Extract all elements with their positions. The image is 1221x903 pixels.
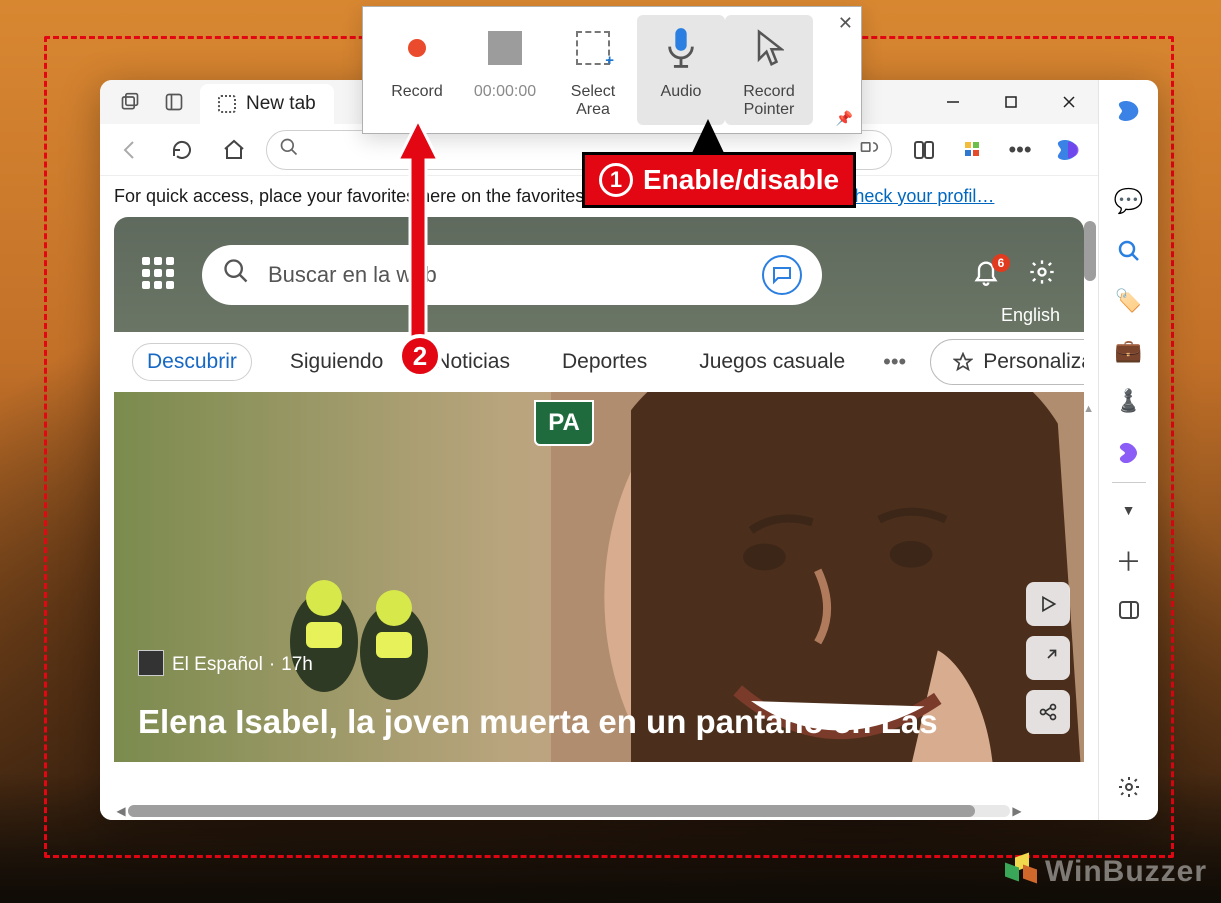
- close-icon[interactable]: ✕: [838, 13, 853, 34]
- check-profile-link[interactable]: Check your profil…: [841, 186, 994, 206]
- close-button[interactable]: [1040, 80, 1098, 124]
- browser-tab[interactable]: New tab: [200, 84, 334, 124]
- maximize-button[interactable]: [982, 80, 1040, 124]
- sidebar-search-icon[interactable]: [1106, 228, 1152, 274]
- record-dot-icon: [408, 39, 426, 57]
- source-favicon: [138, 650, 164, 676]
- news-headline: Elena Isabel, la joven muerta en un pant…: [138, 702, 1060, 742]
- more-menu-icon[interactable]: •••: [1000, 130, 1040, 170]
- search-icon: [222, 257, 250, 292]
- minimize-button[interactable]: [924, 80, 982, 124]
- tab-title: New tab: [246, 93, 316, 115]
- browser-sidebar: 💬 🏷️ 💼 ♟️ ▼ ＋: [1098, 80, 1158, 820]
- sidebar-shopping-icon[interactable]: 🏷️: [1106, 278, 1152, 324]
- pin-icon[interactable]: 📌: [836, 110, 853, 127]
- home-button[interactable]: [214, 130, 254, 170]
- feed-tabs: Descubrir Siguiendo Noticias Deportes Ju…: [114, 332, 1084, 392]
- annotation-callout-1: 1 Enable/disable: [582, 152, 856, 208]
- sidebar-split-icon[interactable]: [1106, 587, 1152, 633]
- audio-toggle[interactable]: Audio: [637, 15, 725, 125]
- watermark: WinBuzzer: [1005, 855, 1207, 889]
- timer-label: 00:00:00: [474, 83, 536, 101]
- new-tab-page-icon: [218, 95, 236, 113]
- search-placeholder: Buscar en la web: [268, 262, 744, 288]
- source-name: El Español: [172, 654, 263, 676]
- microphone-icon: [652, 19, 710, 77]
- share-button[interactable]: [1026, 690, 1070, 734]
- annotation-arrow: [398, 120, 438, 350]
- pointer-icon: [740, 19, 798, 77]
- notifications-button[interactable]: 6: [972, 258, 1006, 292]
- more-tabs-icon[interactable]: •••: [883, 349, 906, 375]
- step-2-badge: 2: [398, 334, 442, 378]
- ntp-header: Buscar en la web 6 E: [114, 217, 1084, 332]
- stop-icon: [488, 31, 522, 65]
- select-area-icon: [576, 31, 610, 65]
- vertical-scrollbar[interactable]: ▲: [1082, 217, 1098, 802]
- sidebar-collapse-icon[interactable]: ▼: [1106, 487, 1152, 533]
- web-search-box[interactable]: Buscar en la web: [202, 245, 822, 305]
- read-aloud-icon[interactable]: [859, 137, 879, 162]
- tab-sports[interactable]: Deportes: [548, 344, 661, 380]
- news-card[interactable]: PA El Español · 17h Elena Isabel, la jov…: [114, 392, 1084, 762]
- content-area: Buscar en la web 6 E: [100, 217, 1098, 820]
- search-icon: [279, 137, 299, 162]
- record-pointer-label: Record Pointer: [743, 83, 795, 120]
- road-sign: PA: [534, 400, 594, 446]
- tab-discover[interactable]: Descubrir: [132, 343, 252, 381]
- notification-badge: 6: [992, 254, 1010, 272]
- news-source: El Español · 17h: [172, 654, 313, 676]
- tab-casual-games[interactable]: Juegos casuale: [685, 344, 859, 380]
- tab-actions-icon[interactable]: [108, 84, 152, 120]
- copilot-icon[interactable]: [1048, 130, 1088, 170]
- sidebar-add-icon[interactable]: ＋: [1106, 537, 1152, 583]
- split-screen-icon[interactable]: [904, 130, 944, 170]
- record-label: Record: [391, 83, 443, 101]
- sidebar-tools-icon[interactable]: 💼: [1106, 328, 1152, 374]
- record-button[interactable]: Record: [373, 15, 461, 125]
- personalize-label: Personalizar: [983, 350, 1084, 374]
- watermark-logo-icon: [1005, 855, 1039, 889]
- vertical-tabs-icon[interactable]: [152, 84, 196, 120]
- horizontal-scrollbar[interactable]: ◀ ▶: [114, 804, 1024, 818]
- app-launcher-icon[interactable]: [142, 257, 178, 293]
- callout-pointer: [694, 122, 722, 152]
- extensions-icon[interactable]: [952, 130, 992, 170]
- news-time: 17h: [281, 654, 313, 676]
- sidebar-games-icon[interactable]: ♟️: [1106, 378, 1152, 424]
- play-button[interactable]: [1026, 582, 1070, 626]
- snipping-tool-recorder: Record 00:00:00 Select Area Audio Record…: [362, 6, 862, 134]
- personalize-button[interactable]: Personalizar: [930, 339, 1084, 385]
- audio-label: Audio: [661, 83, 702, 101]
- back-button[interactable]: [110, 130, 150, 170]
- refresh-button[interactable]: [162, 130, 202, 170]
- expand-button[interactable]: [1026, 636, 1070, 680]
- page-settings-icon[interactable]: [1028, 258, 1056, 291]
- sidebar-copilot-icon[interactable]: [1106, 88, 1152, 134]
- sidebar-chat-icon[interactable]: 💬: [1106, 178, 1152, 224]
- select-area-label: Select Area: [571, 83, 615, 120]
- annotation-1-text: Enable/disable: [643, 164, 839, 196]
- step-1-badge: 1: [599, 163, 633, 197]
- record-pointer-toggle[interactable]: Record Pointer: [725, 15, 813, 125]
- sidebar-settings-icon[interactable]: [1106, 764, 1152, 810]
- bing-chat-icon[interactable]: [762, 255, 802, 295]
- language-label[interactable]: English: [1001, 305, 1060, 326]
- recording-timer: 00:00:00: [461, 15, 549, 125]
- tab-following[interactable]: Siguiendo: [276, 344, 397, 380]
- sidebar-m365-icon[interactable]: [1106, 428, 1152, 474]
- watermark-text: WinBuzzer: [1045, 855, 1207, 889]
- select-area-button[interactable]: Select Area: [549, 15, 637, 125]
